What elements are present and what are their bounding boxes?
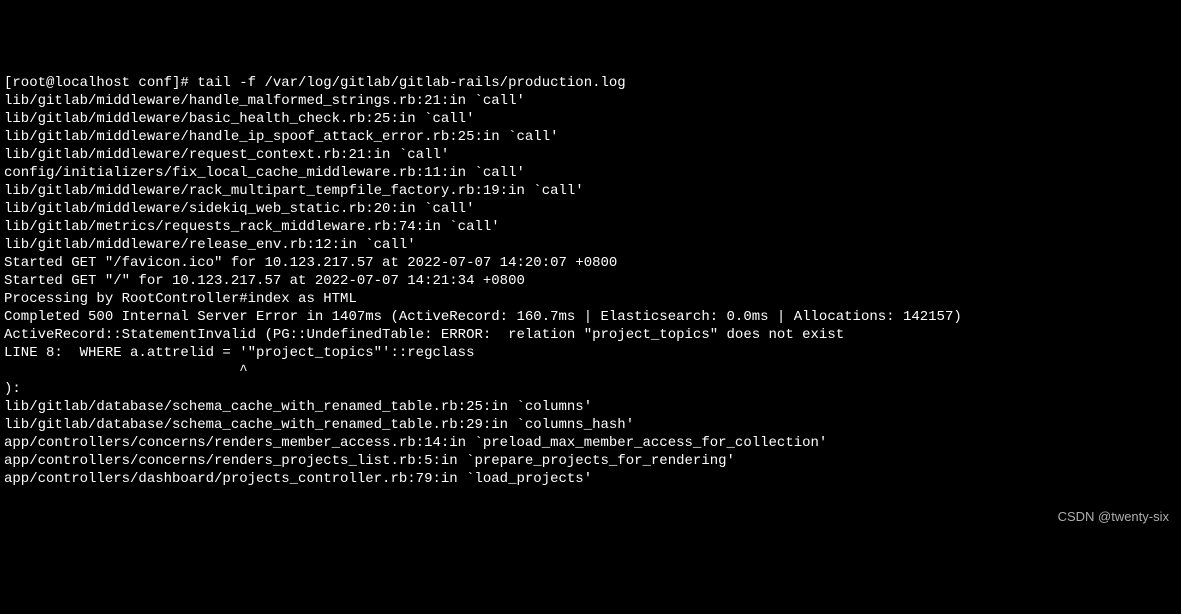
terminal-line: lib/gitlab/metrics/requests_rack_middlew… — [4, 218, 1177, 236]
terminal-line: lib/gitlab/database/schema_cache_with_re… — [4, 416, 1177, 434]
terminal-line: app/controllers/concerns/renders_member_… — [4, 434, 1177, 452]
terminal-output[interactable]: [root@localhost conf]# tail -f /var/log/… — [4, 74, 1177, 488]
terminal-line: app/controllers/dashboard/projects_contr… — [4, 470, 1177, 488]
terminal-line: lib/gitlab/middleware/sidekiq_web_static… — [4, 200, 1177, 218]
terminal-line: ^ — [4, 362, 1177, 380]
terminal-line: lib/gitlab/middleware/request_context.rb… — [4, 146, 1177, 164]
terminal-line: lib/gitlab/middleware/basic_health_check… — [4, 110, 1177, 128]
terminal-line: lib/gitlab/database/schema_cache_with_re… — [4, 398, 1177, 416]
terminal-line: [root@localhost conf]# tail -f /var/log/… — [4, 74, 1177, 92]
terminal-line: lib/gitlab/middleware/rack_multipart_tem… — [4, 182, 1177, 200]
terminal-line: Completed 500 Internal Server Error in 1… — [4, 308, 1177, 326]
terminal-line: ActiveRecord::StatementInvalid (PG::Unde… — [4, 326, 1177, 344]
terminal-line: Started GET "/favicon.ico" for 10.123.21… — [4, 254, 1177, 272]
terminal-line: lib/gitlab/middleware/handle_malformed_s… — [4, 92, 1177, 110]
terminal-line: Processing by RootController#index as HT… — [4, 290, 1177, 308]
terminal-line: ): — [4, 380, 1177, 398]
terminal-line: lib/gitlab/middleware/handle_ip_spoof_at… — [4, 128, 1177, 146]
terminal-line: Started GET "/" for 10.123.217.57 at 202… — [4, 272, 1177, 290]
terminal-line: app/controllers/concerns/renders_project… — [4, 452, 1177, 470]
terminal-line: lib/gitlab/middleware/release_env.rb:12:… — [4, 236, 1177, 254]
terminal-line: LINE 8: WHERE a.attrelid = '"project_top… — [4, 344, 1177, 362]
terminal-line: config/initializers/fix_local_cache_midd… — [4, 164, 1177, 182]
watermark-text: CSDN @twenty-six — [1058, 508, 1169, 526]
